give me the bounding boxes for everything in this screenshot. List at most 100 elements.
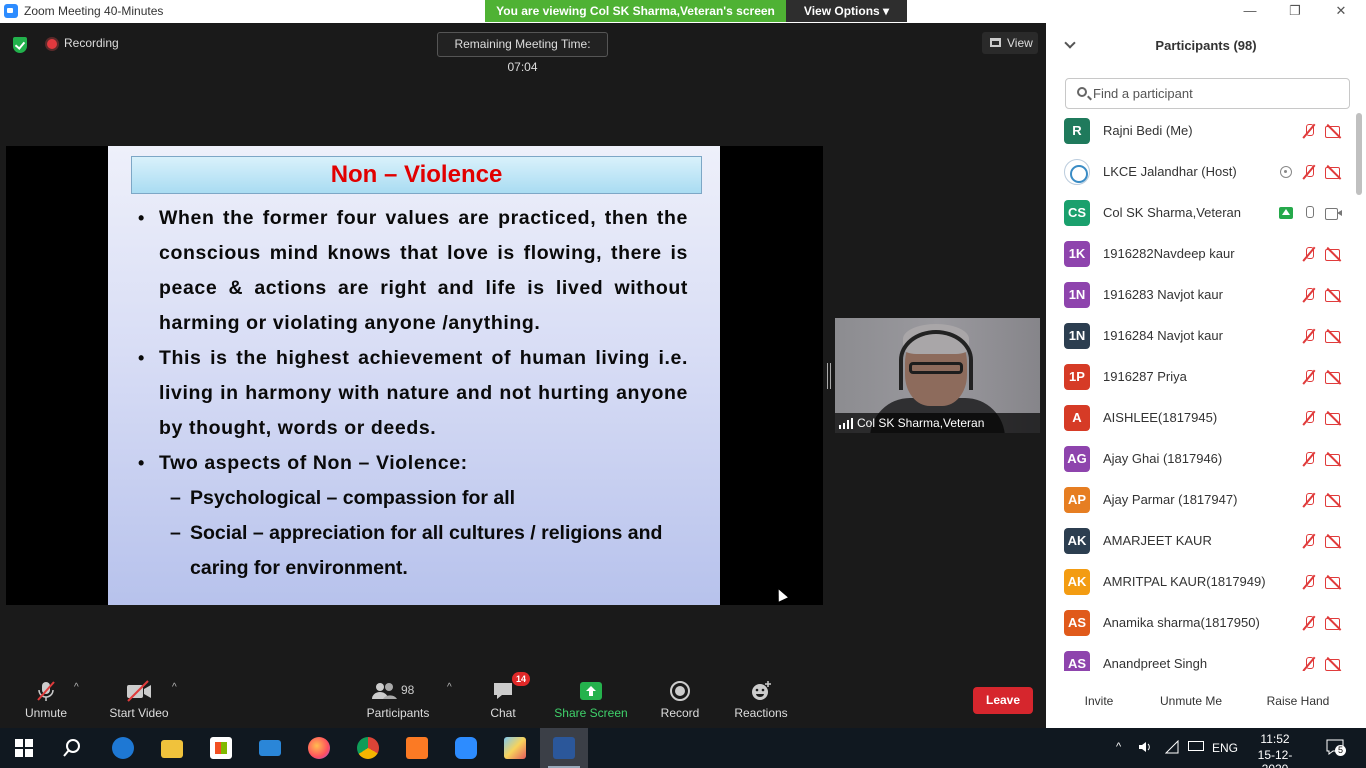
participant-row[interactable]: AS Anamika sharma(1817950) xyxy=(1046,603,1358,644)
clock[interactable]: 11:52 15-12-2020 xyxy=(1250,732,1300,768)
participants-label: Participants xyxy=(366,706,430,720)
video-icon xyxy=(1325,206,1342,220)
participant-row[interactable]: A AISHLEE(1817945) xyxy=(1046,398,1358,439)
participant-row[interactable]: 1N 1916283 Navjot kaur xyxy=(1046,275,1358,316)
host-indicator-icon xyxy=(1280,166,1292,178)
taskbar-firefox[interactable] xyxy=(295,728,343,768)
record-icon xyxy=(669,680,691,702)
resize-handle[interactable] xyxy=(827,363,831,389)
panel-title: Participants (98) xyxy=(1155,38,1257,53)
participants-caret-icon[interactable]: ^ xyxy=(447,682,452,693)
windows-logo-icon xyxy=(15,739,33,757)
participant-row[interactable]: 1K 1916282Navdeep kaur xyxy=(1046,234,1358,275)
folder-icon xyxy=(161,740,183,758)
windows-taskbar: ^ ENG 11:52 15-12-2020 5 xyxy=(0,728,1366,768)
view-options-button[interactable]: View Options ▾ xyxy=(786,0,907,22)
video-off-icon xyxy=(1325,329,1341,343)
participant-row[interactable]: AG Ajay Ghai (1817946) xyxy=(1046,439,1358,480)
participant-row[interactable]: AP Ajay Parmar (1817947) xyxy=(1046,480,1358,521)
notification-center-icon[interactable]: 5 xyxy=(1326,739,1347,756)
xampp-icon xyxy=(406,737,428,759)
reactions-label: Reactions xyxy=(734,706,788,720)
share-screen-label: Share Screen xyxy=(554,706,628,720)
start-video-button[interactable]: Start Video xyxy=(104,680,174,720)
reactions-button[interactable]: Reactions xyxy=(733,680,789,720)
edge-icon xyxy=(112,737,134,759)
bullet: This is the highest achievement of human… xyxy=(138,341,688,446)
chat-button[interactable]: 14 Chat xyxy=(485,672,530,720)
unmute-me-button[interactable]: Unmute Me xyxy=(1152,687,1230,715)
show-hidden-icons-chevron-icon[interactable]: ^ xyxy=(1116,741,1121,753)
mic-muted-icon xyxy=(1301,534,1317,548)
participant-name: AMRITPAL KAUR(1817949) xyxy=(1103,574,1266,589)
bullet: Two aspects of Non – Violence: xyxy=(138,446,688,481)
taskbar-edge[interactable] xyxy=(99,728,147,768)
invite-button[interactable]: Invite xyxy=(1074,687,1124,715)
leave-button[interactable]: Leave xyxy=(973,687,1033,714)
taskbar-word[interactable] xyxy=(540,728,588,768)
participants-button[interactable]: 98 Participants xyxy=(364,680,432,720)
taskbar-store[interactable] xyxy=(197,728,245,768)
signal-icon xyxy=(839,418,853,429)
participant-row[interactable]: CS Col SK Sharma,Veteran xyxy=(1046,193,1358,234)
minimize-button[interactable]: — xyxy=(1235,2,1265,20)
participant-list-scrollbar[interactable] xyxy=(1356,111,1362,671)
record-button[interactable]: Record xyxy=(658,680,702,720)
participant-name: AMARJEET KAUR xyxy=(1103,533,1212,548)
chat-badge: 14 xyxy=(511,672,530,686)
record-label: Record xyxy=(660,706,700,720)
mic-muted-icon xyxy=(1301,657,1317,671)
network-icon[interactable] xyxy=(1164,739,1179,754)
view-button[interactable]: View xyxy=(982,32,1038,54)
taskbar-paint[interactable] xyxy=(491,728,539,768)
taskbar-xampp[interactable] xyxy=(393,728,441,768)
participant-row[interactable]: 1P 1916287 Priya xyxy=(1046,357,1358,398)
mic-muted-icon xyxy=(1301,616,1317,630)
sub-bullet: Social – appreciation for all cultures /… xyxy=(138,516,688,586)
raise-hand-button[interactable]: Raise Hand xyxy=(1260,687,1336,715)
participant-row[interactable]: AK AMRITPAL KAUR(1817949) xyxy=(1046,562,1358,603)
bullet: When the former four values are practice… xyxy=(138,201,688,341)
taskbar-file-explorer[interactable] xyxy=(148,728,196,768)
participant-name: Anamika sharma(1817950) xyxy=(1103,615,1260,630)
search-taskbar-button[interactable] xyxy=(48,728,96,768)
mic-muted-icon xyxy=(1301,165,1317,179)
participant-name: 1916283 Navjot kaur xyxy=(1103,287,1223,302)
video-off-icon xyxy=(1325,370,1341,384)
video-off-icon xyxy=(1325,534,1341,548)
participants-count: 98 xyxy=(401,683,415,697)
search-icon xyxy=(1077,87,1087,97)
participant-search[interactable] xyxy=(1065,78,1350,109)
taskbar-zoom[interactable] xyxy=(442,728,490,768)
volume-icon[interactable] xyxy=(1138,740,1152,754)
taskbar-mail[interactable] xyxy=(246,728,294,768)
battery-icon[interactable] xyxy=(1188,741,1204,751)
meeting-toolbar: Unmute ^ Start Video ^ 98 Participants ^… xyxy=(0,672,1046,728)
restore-button[interactable]: ❐ xyxy=(1280,2,1310,20)
video-off-icon xyxy=(1325,575,1341,589)
start-button[interactable] xyxy=(0,728,48,768)
video-off-icon xyxy=(1325,616,1341,630)
share-screen-button[interactable]: Share Screen xyxy=(553,680,629,720)
slide-title: Non – Violence xyxy=(131,156,702,194)
participant-row[interactable]: R Rajni Bedi (Me) xyxy=(1046,111,1358,152)
participant-row[interactable]: LKCE Jalandhar (Host) xyxy=(1046,152,1358,193)
security-shield-icon[interactable] xyxy=(13,37,27,53)
screen-sharing-icon xyxy=(1279,207,1293,219)
participant-row[interactable]: AS Anandpreet Singh xyxy=(1046,644,1358,671)
mic-muted-icon xyxy=(35,680,57,702)
window-title: Zoom Meeting 40-Minutes xyxy=(24,4,164,18)
participant-row[interactable]: 1N 1916284 Navjot kaur xyxy=(1046,316,1358,357)
participant-row[interactable]: AK AMARJEET KAUR xyxy=(1046,521,1358,562)
scrollbar-thumb[interactable] xyxy=(1356,113,1362,195)
participants-panel: Participants (98) R Rajni Bedi (Me) LKCE… xyxy=(1046,23,1366,728)
close-button[interactable]: ✕ xyxy=(1326,2,1356,20)
unmute-button[interactable]: Unmute xyxy=(20,680,72,720)
video-tile[interactable]: Col SK Sharma,Veteran xyxy=(835,318,1040,433)
search-input[interactable] xyxy=(1093,79,1343,108)
language-indicator[interactable]: ENG xyxy=(1212,741,1238,755)
video-name-bar: Col SK Sharma,Veteran xyxy=(835,413,1040,433)
video-options-caret-icon[interactable]: ^ xyxy=(172,682,177,693)
taskbar-chrome[interactable] xyxy=(344,728,392,768)
audio-options-caret-icon[interactable]: ^ xyxy=(74,682,79,693)
